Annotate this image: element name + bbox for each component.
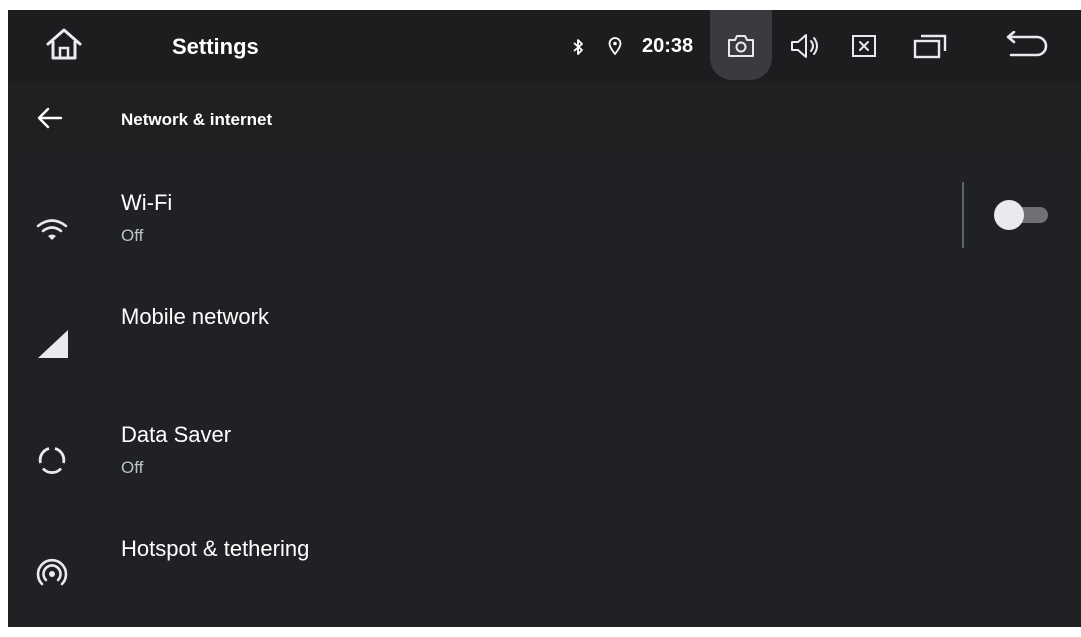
arrow-left-icon xyxy=(37,107,63,134)
list-item-data-saver[interactable]: Data Saver Off xyxy=(8,390,1081,506)
data-saver-icon xyxy=(32,440,72,480)
page-title: Network & internet xyxy=(121,110,273,129)
back-button[interactable] xyxy=(32,102,68,138)
wifi-toggle[interactable] xyxy=(994,200,1050,230)
status-bar: Settings 20:38 xyxy=(8,10,1081,82)
mobile-network-title: Mobile network xyxy=(121,304,269,329)
list-item-wifi[interactable]: Wi-Fi Off xyxy=(8,158,1081,274)
back-icon[interactable] xyxy=(1002,30,1052,62)
app-title: Settings xyxy=(172,34,259,59)
android-screen: Settings 20:38 Network & internet Wi-Fi … xyxy=(8,10,1081,627)
hotspot-title: Hotspot & tethering xyxy=(121,536,310,561)
home-icon xyxy=(44,26,84,67)
screenshot-icon xyxy=(725,32,757,60)
bluetooth-icon xyxy=(570,36,586,58)
wifi-status: Off xyxy=(121,226,144,245)
list-item-hotspot[interactable]: Hotspot & tethering xyxy=(8,506,1081,622)
data-saver-title: Data Saver xyxy=(121,422,232,447)
screenshot-button[interactable] xyxy=(710,10,772,80)
wifi-title: Wi-Fi xyxy=(121,190,173,215)
signal-icon xyxy=(32,324,72,364)
volume-icon[interactable] xyxy=(788,31,824,61)
divider xyxy=(962,182,964,248)
hotspot-icon xyxy=(32,554,72,594)
clock: 20:38 xyxy=(642,35,694,57)
data-saver-status: Off xyxy=(121,458,144,477)
close-window-icon[interactable] xyxy=(850,33,878,59)
wifi-icon xyxy=(32,210,72,250)
toolbar: Network & internet xyxy=(8,82,1081,156)
recents-icon[interactable] xyxy=(910,31,950,61)
list-item-mobile-network[interactable]: Mobile network xyxy=(8,274,1081,390)
toggle-thumb xyxy=(994,200,1024,230)
location-icon xyxy=(606,35,624,57)
home-button[interactable] xyxy=(42,24,86,68)
